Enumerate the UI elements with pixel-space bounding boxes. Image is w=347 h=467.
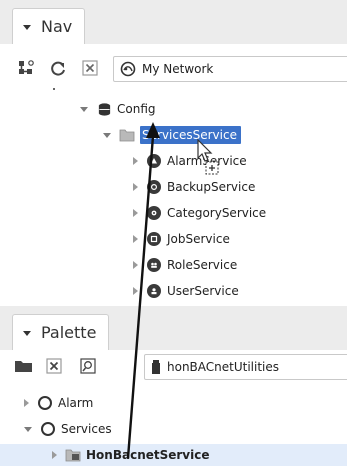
drag-arrow-line <box>126 135 155 459</box>
drop-cursor-icon <box>196 138 222 182</box>
workspace: Nav My Network Config ServicesService Ba… <box>0 0 347 467</box>
drag-arrow-overlay <box>126 122 160 459</box>
drag-arrow-head <box>146 122 160 138</box>
